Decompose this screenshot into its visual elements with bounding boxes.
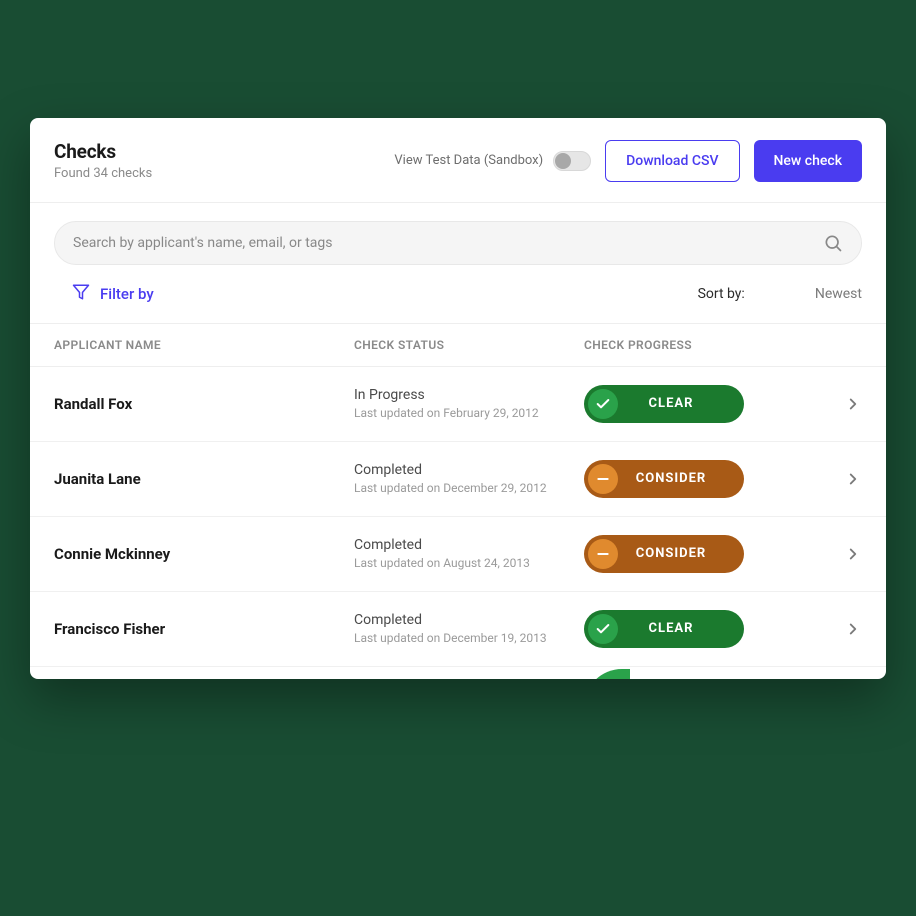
chevron-right-icon [844,470,862,488]
download-csv-button[interactable]: Download CSV [605,140,739,182]
toggle-knob [555,153,571,169]
dash-icon [588,464,618,494]
sort-by-label: Sort by: [698,286,745,302]
chevron-right-icon [844,395,862,413]
last-updated: Last updated on August 24, 2013 [354,556,584,570]
table-header: APPLICANT NAME CHECK STATUS CHECK PROGRE… [30,323,886,367]
applicant-name: Randall Fox [54,395,354,413]
column-check-status: CHECK STATUS [354,338,584,352]
new-check-button[interactable]: New check [754,140,863,182]
table-row-peek [30,667,886,679]
progress-label: CLEAR [626,621,716,636]
check-icon [588,614,618,644]
search-icon[interactable] [823,233,843,253]
table-row[interactable]: Francisco FisherCompleted Last updated on… [30,592,886,667]
progress-pill: CLEAR [584,385,744,423]
applicant-name: Francisco Fisher [54,620,354,638]
last-updated: Last updated on December 19, 2013 [354,631,584,645]
chevron-right-icon [844,545,862,563]
search-bar [54,221,862,265]
filter-row: Filter by Sort by: Newest [30,265,886,323]
header: Checks Found 34 checks View Test Data (S… [30,118,886,203]
last-updated: Last updated on December 29, 2012 [354,481,584,495]
check-status: In Progress [354,387,584,403]
header-left: Checks Found 34 checks [54,140,152,181]
table-row[interactable]: Connie MckinneyCompleted Last updated on … [30,517,886,592]
table-body: Randall FoxIn Progress Last updated on Fe… [30,367,886,667]
checks-table: APPLICANT NAME CHECK STATUS CHECK PROGRE… [30,323,886,679]
progress-pill: CLEAR [584,610,744,648]
sandbox-toggle-group: View Test Data (Sandbox) [394,151,591,171]
page-subtitle: Found 34 checks [54,166,152,181]
progress-pill: CONSIDER [584,535,744,573]
checks-card: Checks Found 34 checks View Test Data (S… [30,118,886,679]
dash-icon [588,539,618,569]
search-section [30,203,886,265]
progress-pill: CONSIDER [584,460,744,498]
filter-by-label: Filter by [100,285,154,303]
sort-controls: Sort by: Newest [698,286,862,302]
applicant-name: Connie Mckinney [54,545,354,563]
applicant-name: Juanita Lane [54,470,354,488]
check-status: Completed [354,537,584,553]
progress-pill-peek [584,669,630,679]
sort-by-value[interactable]: Newest [815,286,862,302]
sandbox-toggle[interactable] [553,151,591,171]
header-right: View Test Data (Sandbox) Download CSV Ne… [394,140,862,182]
progress-label: CLEAR [626,396,716,411]
chevron-right-icon [844,620,862,638]
progress-label: CONSIDER [626,546,716,561]
search-input[interactable] [73,235,823,251]
check-status: Completed [354,612,584,628]
column-applicant-name: APPLICANT NAME [54,338,354,352]
filter-icon [72,283,90,305]
table-row[interactable]: Randall FoxIn Progress Last updated on Fe… [30,367,886,442]
check-status: Completed [354,462,584,478]
sandbox-label: View Test Data (Sandbox) [394,153,543,168]
last-updated: Last updated on February 29, 2012 [354,406,584,420]
table-row[interactable]: Juanita LaneCompleted Last updated on Dec… [30,442,886,517]
check-icon [588,389,618,419]
page-title: Checks [54,140,152,163]
column-check-progress: CHECK PROGRESS [584,338,862,352]
filter-by-button[interactable]: Filter by [72,283,154,305]
progress-label: CONSIDER [626,471,716,486]
